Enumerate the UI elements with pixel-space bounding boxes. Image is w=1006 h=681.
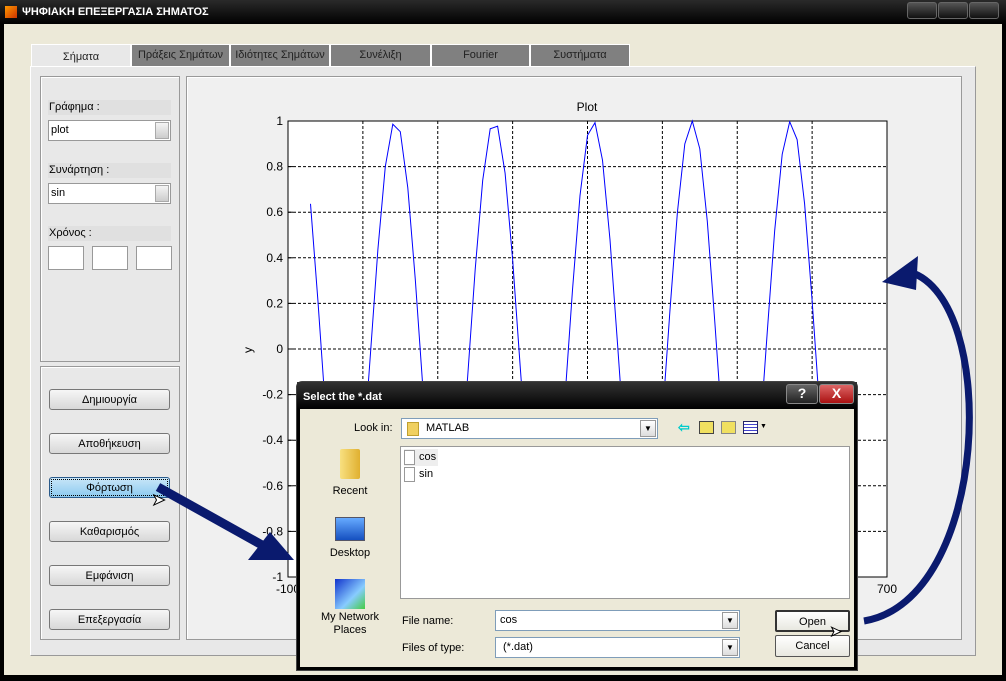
- place-label: My Network Places: [320, 611, 380, 636]
- chevron-down-icon[interactable]: ▼: [722, 612, 738, 629]
- view-menu-icon[interactable]: [743, 421, 758, 434]
- look-in-label: Look in:: [354, 422, 393, 434]
- place-recent[interactable]: Recent: [310, 447, 390, 497]
- file-name-input[interactable]: cos ▼: [495, 610, 740, 631]
- dialog-body: Look in: MATLAB ▼ ⇦ ▼ cos sin Recent Des…: [300, 409, 854, 667]
- dialog-close-button[interactable]: X: [819, 384, 854, 404]
- mouse-cursor-icon: ➤: [830, 623, 843, 640]
- place-desktop[interactable]: Desktop: [310, 515, 390, 565]
- look-in-value: MATLAB: [426, 422, 470, 434]
- network-places-icon: [335, 579, 365, 609]
- file-name: cos: [419, 451, 437, 463]
- back-icon[interactable]: ⇦: [678, 419, 690, 436]
- place-label: Desktop: [329, 547, 371, 559]
- file-icon: [404, 467, 415, 482]
- desktop-icon: [335, 517, 365, 541]
- file-type-label: Files of type:: [402, 642, 465, 654]
- file-icon: [404, 450, 415, 465]
- place-network[interactable]: My Network Places: [310, 579, 390, 643]
- help-button[interactable]: ?: [786, 384, 818, 404]
- chevron-down-icon[interactable]: ▼: [640, 420, 656, 437]
- arrow-to-dialog-icon: [155, 483, 294, 560]
- new-folder-icon[interactable]: [721, 421, 736, 434]
- dialog-title: Select the *.dat: [297, 382, 857, 409]
- file-name: sin: [419, 468, 434, 480]
- file-type-value: (*.dat): [503, 641, 533, 653]
- file-type-select[interactable]: (*.dat) ▼: [495, 637, 740, 658]
- file-item-sin[interactable]: sin: [404, 466, 438, 483]
- folder-icon: [407, 422, 419, 436]
- up-folder-icon[interactable]: [699, 421, 714, 434]
- arrow-to-plot-icon: [863, 256, 973, 625]
- look-in-combo[interactable]: MATLAB ▼: [401, 418, 658, 439]
- file-name-label: File name:: [402, 615, 454, 627]
- place-label: Recent: [332, 485, 368, 497]
- file-item-cos[interactable]: cos: [404, 449, 438, 466]
- file-list[interactable]: cos sin: [400, 446, 850, 599]
- file-name-value: cos: [500, 614, 518, 626]
- chevron-down-icon[interactable]: ▼: [722, 639, 738, 656]
- chevron-down-icon[interactable]: ▼: [760, 423, 767, 430]
- recent-folder-icon: [340, 449, 360, 479]
- mouse-cursor-icon: ➤: [151, 492, 166, 510]
- open-file-dialog: Select the *.dat ? X Look in: MATLAB ▼ ⇦…: [296, 381, 858, 671]
